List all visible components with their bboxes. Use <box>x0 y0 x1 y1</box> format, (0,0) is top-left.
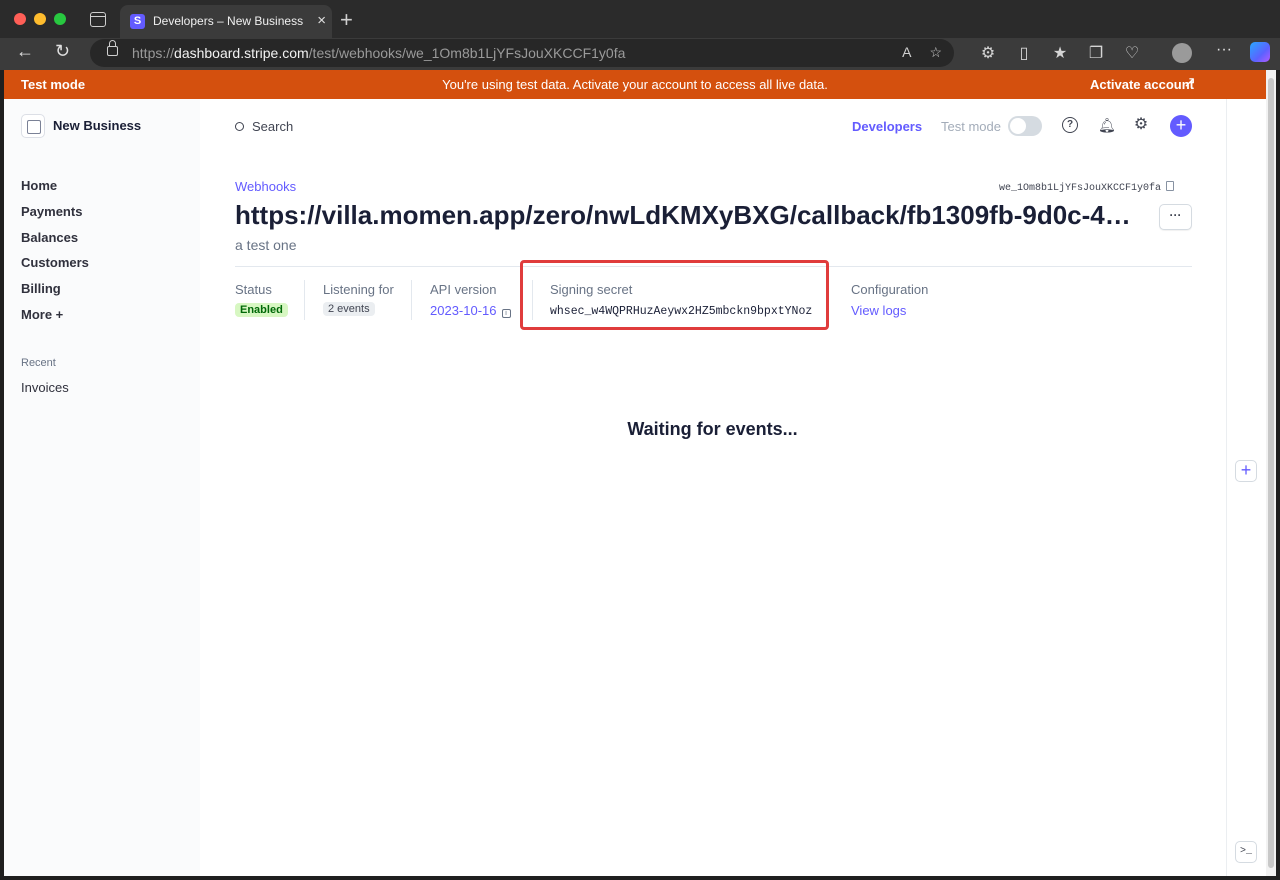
profile-avatar[interactable] <box>1172 43 1192 63</box>
activate-account-link[interactable]: Activate account <box>1090 77 1194 92</box>
sidebar-item-balances[interactable]: Balances <box>21 229 89 255</box>
api-version-link[interactable]: 2023-10-16 i <box>430 303 511 318</box>
status-label: Status <box>235 282 272 297</box>
tab-title: Developers – New Business – Stripe <box>153 14 305 28</box>
endpoint-id-text: we_1Om8b1LjYFsJouXKCCF1y0fa <box>998 183 1161 194</box>
endpoint-description: a test one <box>235 237 297 253</box>
breadcrumb[interactable]: Webhooks <box>235 179 296 194</box>
browser-tab-bar: S Developers – New Business – Stripe × + <box>0 0 1280 38</box>
test-mode-label: Test mode <box>941 119 1001 134</box>
recent-item-invoices[interactable]: Invoices <box>21 380 69 395</box>
configuration-label: Configuration <box>851 282 929 297</box>
url-path: /test/webhooks/we_1Om8b1LjYFsJouXKCCF1y0… <box>308 45 626 61</box>
info-icon[interactable]: i <box>501 309 511 318</box>
developers-link[interactable]: Developers <box>852 119 922 134</box>
right-rail: + >_ <box>1226 99 1266 876</box>
sidebar-item-customers[interactable]: Customers <box>21 254 89 280</box>
new-tab-button[interactable]: + <box>340 7 353 33</box>
split-screen-icon[interactable]: ▯ <box>1006 43 1042 63</box>
divider <box>304 280 305 320</box>
copy-icon[interactable] <box>1166 181 1174 191</box>
search-icon <box>235 122 244 131</box>
favorites-icon[interactable]: ★ <box>1042 43 1078 63</box>
back-arrow-icon[interactable]: ← <box>16 41 34 62</box>
gear-icon[interactable]: ⚙ <box>1133 117 1149 133</box>
sidebar-item-home[interactable]: Home <box>21 177 89 203</box>
stripe-favicon-icon: S <box>130 14 145 29</box>
business-icon[interactable] <box>21 114 45 138</box>
collections-icon[interactable]: ❐ <box>1078 43 1114 63</box>
url-scheme: https:// <box>132 45 175 61</box>
test-mode-toggle[interactable] <box>1008 116 1042 136</box>
endpoint-id[interactable]: we_1Om8b1LjYFsJouXKCCF1y0fa <box>999 181 1174 194</box>
waiting-for-events: Waiting for events... <box>627 419 798 439</box>
more-options-icon[interactable]: ··· <box>1216 41 1232 59</box>
status-badge: Enabled <box>235 303 288 317</box>
test-mode-message: You're using test data. Activate your ac… <box>442 77 828 92</box>
url-host: dashboard.stripe.com <box>174 45 309 61</box>
sidebar: New Business Home Payments Balances Cust… <box>4 99 200 876</box>
lock-icon <box>107 40 118 56</box>
terminal-icon[interactable]: >_ <box>1235 841 1257 863</box>
address-bar-actions: A ☆ <box>884 44 942 61</box>
toolbar-icons: ⚙ ▯ ★ ❐ ♡ <box>970 43 1150 63</box>
copilot-icon[interactable] <box>1250 42 1270 62</box>
divider <box>411 280 412 320</box>
help-icon[interactable]: ? <box>1062 117 1078 133</box>
reload-icon[interactable]: ↻ <box>55 41 70 62</box>
page-title: https://villa.momen.app/zero/nwLdKMXyBXG… <box>235 200 1140 230</box>
external-arrow-icon[interactable]: ↗ <box>1183 73 1196 91</box>
sidebar-item-billing[interactable]: Billing <box>21 280 89 306</box>
extensions-icon[interactable]: ⚙ <box>970 43 1006 63</box>
business-name[interactable]: New Business <box>53 118 141 133</box>
address-bar[interactable]: https://dashboard.stripe.com/test/webhoo… <box>90 39 954 67</box>
read-aloud-icon[interactable]: A <box>902 44 911 60</box>
search-label: Search <box>252 119 294 134</box>
sidebar-item-payments[interactable]: Payments <box>21 203 89 229</box>
zoom-window-button[interactable] <box>54 13 66 25</box>
api-version-value: 2023-10-16 <box>430 303 497 318</box>
create-plus-button[interactable]: + <box>1170 115 1192 137</box>
listening-label: Listening for <box>323 282 394 297</box>
more-actions-button[interactable]: ··· <box>1159 204 1192 230</box>
add-panel-icon[interactable]: + <box>1235 460 1257 482</box>
highlight-box <box>520 260 829 330</box>
browser-toolbar: ← ↻ https://dashboard.stripe.com/test/we… <box>0 38 1280 70</box>
page: Test mode You're using test data. Activa… <box>4 70 1266 876</box>
search-input[interactable]: Search <box>235 119 293 134</box>
browser-tab[interactable]: S Developers – New Business – Stripe × <box>120 5 332 38</box>
minimize-window-button[interactable] <box>34 13 46 25</box>
scrollbar-thumb[interactable] <box>1268 78 1274 868</box>
events-badge[interactable]: 2 events <box>323 302 375 316</box>
browser-essentials-icon[interactable]: ♡ <box>1114 43 1150 63</box>
sidebar-item-more[interactable]: More + <box>21 306 89 332</box>
close-window-button[interactable] <box>14 13 26 25</box>
test-mode-banner: Test mode You're using test data. Activa… <box>4 70 1266 99</box>
api-version-label: API version <box>430 282 497 297</box>
recent-heading: Recent <box>21 357 56 369</box>
url-text[interactable]: https://dashboard.stripe.com/test/webhoo… <box>132 45 625 61</box>
favorite-star-icon[interactable]: ☆ <box>929 44 942 60</box>
tab-actions-icon[interactable] <box>90 12 106 27</box>
sidebar-nav: Home Payments Balances Customers Billing… <box>21 177 89 332</box>
bell-icon[interactable]: 🔔︎ <box>1098 117 1116 133</box>
view-logs-link[interactable]: View logs <box>851 303 906 318</box>
close-tab-icon[interactable]: × <box>317 12 326 29</box>
